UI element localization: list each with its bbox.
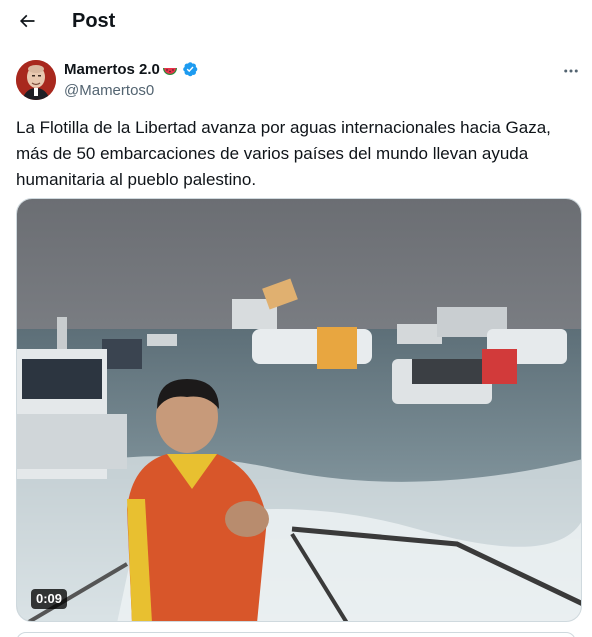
watermelon-emoji-icon	[162, 62, 178, 78]
post-author: Mamertos 2.0 @Mamertos0	[64, 60, 200, 100]
video-duration-badge: 0:09	[31, 589, 68, 609]
ellipsis-icon	[564, 69, 578, 73]
verified-badge-icon[interactable]	[182, 61, 200, 79]
post-header: Post	[0, 0, 592, 44]
author-handle[interactable]: @Mamertos0	[64, 81, 200, 101]
video-player[interactable]: 0:09	[16, 198, 582, 622]
avatar[interactable]	[16, 60, 56, 100]
back-button[interactable]	[10, 4, 44, 38]
page-title: Post	[72, 10, 116, 32]
video-thumbnail	[17, 199, 581, 621]
more-options-button[interactable]	[556, 60, 586, 82]
author-display-name[interactable]: Mamertos 2.0	[64, 60, 160, 80]
post-actions-card	[16, 632, 576, 637]
avatar-image	[16, 60, 56, 100]
author-name-row: Mamertos 2.0	[64, 60, 200, 80]
post-text: La Flotilla de la Libertad avanza por ag…	[16, 118, 551, 189]
arrow-left-icon	[19, 14, 35, 28]
